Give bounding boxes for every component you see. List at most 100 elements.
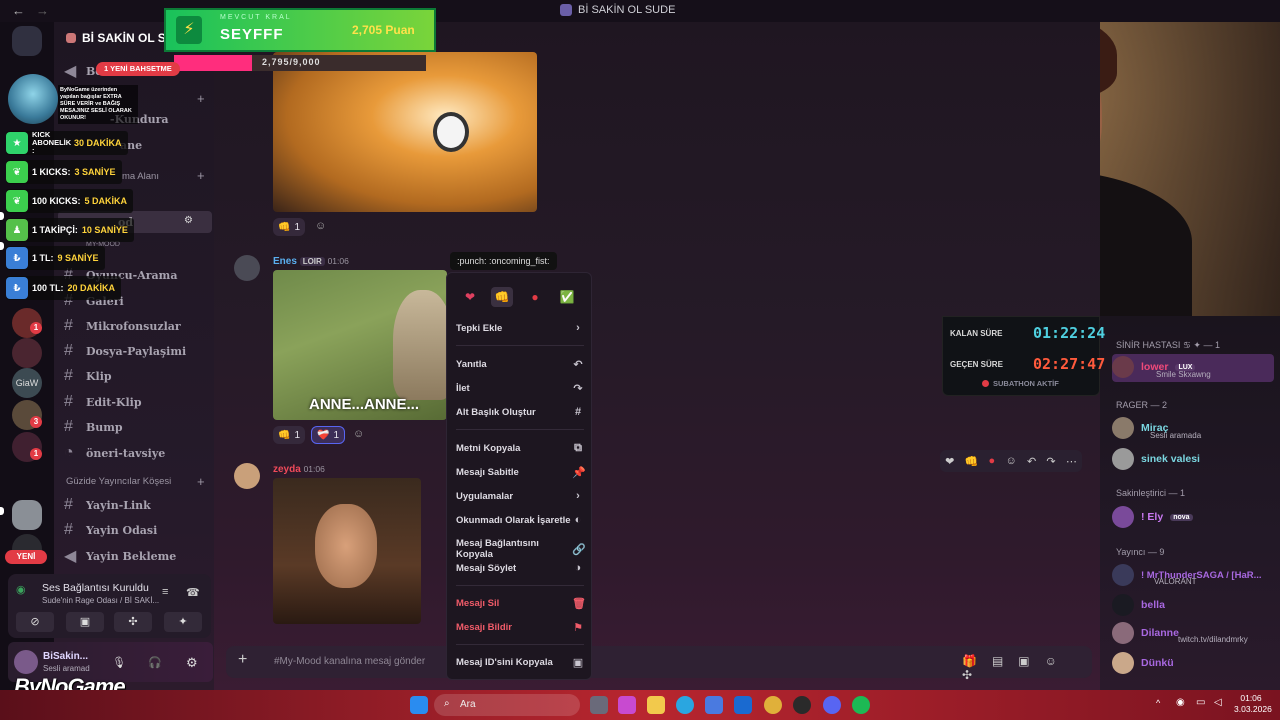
edge-browser-icon[interactable] (676, 696, 694, 714)
server-icon-giaw[interactable]: GiaW (12, 368, 42, 398)
server-icon[interactable] (12, 500, 42, 530)
channel-bump[interactable]: # Bump (64, 418, 123, 436)
member-ely[interactable]: ! Ely nova (1112, 506, 1193, 528)
channel-dosya[interactable]: # Dosya-Paylaşimi (64, 342, 186, 360)
message-author[interactable]: Enes LOIR 01:06 (273, 256, 349, 267)
menu-reply[interactable]: Yanıtla ↶ (456, 358, 584, 371)
gift-icon[interactable]: 🎁 (962, 654, 992, 668)
channel-yayin-link[interactable]: # Yayin-Link (64, 496, 151, 514)
windows-start-icon[interactable] (410, 696, 428, 714)
quick-reaction-red-circle[interactable]: ● (524, 287, 546, 307)
add-reaction-icon[interactable]: ☺ (1005, 455, 1016, 467)
screen-share-button[interactable]: ▣ (66, 612, 104, 632)
quick-reaction-heart[interactable]: ❤ (945, 455, 954, 468)
task-view-icon[interactable] (590, 696, 608, 714)
more-options-icon[interactable]: ⋯ (1066, 455, 1077, 468)
channel-mikrofonsuzlar[interactable]: # Mikrofonsuzlar (64, 317, 181, 335)
network-icon[interactable]: ▭ (1196, 697, 1205, 708)
message-author[interactable]: zeyda 01:06 (273, 464, 325, 475)
add-reaction-icon[interactable]: ☺ (353, 428, 364, 440)
menu-copy-link[interactable]: Mesaj Bağlantısını Kopyala 🔗 (456, 538, 586, 560)
camera-off-button[interactable]: ⊘ (16, 612, 54, 632)
channel-yayin-odasi[interactable]: # Yayin Odasi (64, 521, 157, 539)
app-icon[interactable] (618, 696, 636, 714)
disconnect-icon[interactable]: ☎ (186, 586, 200, 599)
quick-reaction-red-circle[interactable]: ● (989, 455, 996, 467)
store-icon[interactable] (705, 696, 723, 714)
spotify-icon[interactable] (852, 696, 870, 714)
volume-icon[interactable]: ◁ (1214, 697, 1222, 708)
hash-icon: # (64, 393, 73, 410)
menu-apps[interactable]: Uygulamalar › (456, 490, 584, 502)
add-reaction-icon[interactable]: ☺ (315, 220, 326, 232)
menu-speak-message[interactable]: Mesajı Söylet ◑ (456, 562, 584, 574)
microphone-icon[interactable]: 🎙 (112, 656, 126, 669)
quick-reaction-punch[interactable]: 👊 (491, 287, 513, 307)
quick-reaction-check[interactable]: ✅ (556, 287, 578, 307)
menu-mark-unread[interactable]: Okunmadı Olarak İşaretle ◐ (456, 514, 584, 526)
apps-icon[interactable]: ✣ (962, 668, 987, 682)
user-settings-icon[interactable]: ⚙ (186, 655, 198, 671)
add-attachment-icon[interactable]: + (238, 651, 247, 669)
goal-progress-fill (174, 55, 253, 71)
channel-edit-klip[interactable]: # Edit-Klip (64, 393, 142, 411)
menu-pin-message[interactable]: Mesajı Sabitle 📌 (456, 466, 586, 479)
menu-copy-text[interactable]: Metni Kopyala ⧉ (456, 442, 584, 455)
channel-klip[interactable]: # Klip (64, 367, 112, 385)
avatar[interactable] (234, 463, 260, 489)
discord-home-icon[interactable] (12, 26, 42, 56)
message-composer[interactable]: + #My-Mood kanalına mesaj gönder 🎁▤▣☺✣ (226, 646, 1092, 682)
forward-arrow-icon[interactable]: → (36, 3, 49, 18)
menu-copy-id[interactable]: Mesaj ID'sini Kopyala ▣ (456, 656, 584, 669)
back-arrow-icon[interactable]: ← (12, 3, 25, 18)
reaction-chip[interactable]: 👊 1 (273, 218, 306, 236)
member-dunku[interactable]: Dünkü (1112, 652, 1174, 674)
soundboard-button[interactable]: ✦ (164, 612, 202, 632)
gif-attachment[interactable] (273, 478, 421, 624)
emoji-icon[interactable]: ☺ (1045, 654, 1072, 668)
menu-delete-message[interactable]: Mesajı Sil 🗑 (456, 597, 586, 610)
gif-attachment[interactable]: ANNE...ANNE... (273, 270, 447, 420)
taskbar-search[interactable]: ⌕ Ara (434, 694, 580, 716)
channel-oneri[interactable]: ◔ öneri-tavsiye (64, 444, 165, 462)
quick-reaction-punch[interactable]: 👊 (965, 455, 979, 468)
gif-icon[interactable]: ▤ (992, 654, 1018, 668)
reply-icon[interactable]: ↶ (1027, 455, 1036, 468)
add-channel-icon[interactable]: + (197, 474, 205, 489)
mic-tray-icon[interactable]: ◉ (1176, 697, 1185, 708)
channel-yayin-bekleme[interactable]: ◀ Yayin Bekleme (64, 546, 176, 566)
headphones-icon[interactable]: 🎧 (148, 656, 162, 669)
category-guzide[interactable]: Güzide Yayıncılar Köşesi (66, 476, 171, 487)
server-icon[interactable] (12, 338, 42, 368)
add-channel-icon[interactable]: + (197, 168, 205, 183)
activities-button[interactable]: ✣ (114, 612, 152, 632)
member-sinek-valesi[interactable]: sinek valesi (1112, 448, 1200, 470)
reaction-chip-selected[interactable]: ❤️‍🩹 1 (311, 426, 346, 444)
add-channel-icon[interactable]: + (197, 91, 205, 106)
menu-forward[interactable]: İlet ↷ (456, 382, 584, 395)
mail-icon[interactable] (734, 696, 752, 714)
voice-location[interactable]: Sude'nin Rage Odası / Bİ SAKİ... (42, 596, 159, 605)
avatar[interactable] (14, 650, 38, 674)
member-dilanne[interactable]: Dilanne (1112, 622, 1179, 644)
category-label[interactable]: ma Alanı (122, 171, 159, 182)
file-explorer-icon[interactable] (647, 696, 665, 714)
obs-icon[interactable] (793, 696, 811, 714)
reaction-chip[interactable]: 👊 1 (273, 426, 306, 444)
member-bella[interactable]: bella (1112, 594, 1165, 616)
reward-amount: 30 DAKİKA (74, 138, 122, 148)
menu-add-reaction[interactable]: Tepki Ekle › (456, 322, 584, 334)
menu-create-thread[interactable]: Alt Başlık Oluştur # (456, 406, 584, 418)
chrome-icon[interactable] (764, 696, 782, 714)
system-tray-chevron-icon[interactable]: ^ (1156, 698, 1160, 708)
settings-gear-icon[interactable]: ⚙ (184, 215, 193, 226)
avatar[interactable] (234, 255, 260, 281)
discord-icon[interactable] (823, 696, 841, 714)
menu-report-message[interactable]: Mesajı Bildir ⚑ (456, 621, 584, 634)
quick-reaction-heart[interactable]: ❤ (459, 287, 481, 307)
gif-attachment[interactable] (273, 52, 537, 212)
taskbar-clock[interactable]: 01:06 3.03.2026 (1234, 693, 1272, 715)
forward-icon[interactable]: ↷ (1046, 455, 1055, 468)
sticker-icon[interactable]: ▣ (1018, 654, 1044, 668)
soundboard-icon[interactable]: ≡ (162, 586, 168, 598)
